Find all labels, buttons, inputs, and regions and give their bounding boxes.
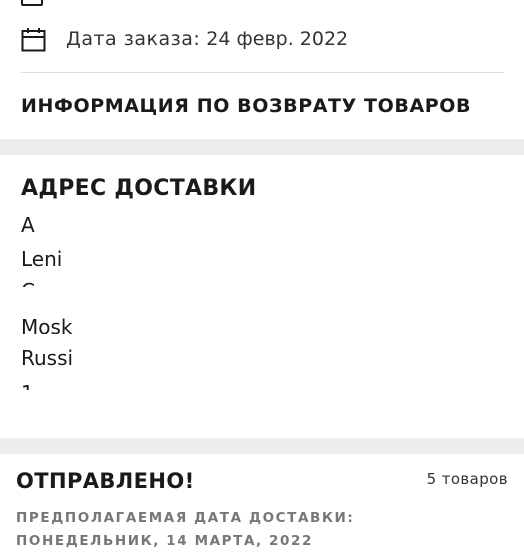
shipment-item-count: 5 товаров	[426, 470, 508, 488]
order-info-section: Дата заказа: 24 февр. 2022 ИНФОРМАЦИЯ ПО…	[0, 0, 524, 139]
calendar-icon	[21, 28, 46, 52]
order-date: Дата заказа: 24 февр. 2022	[66, 28, 348, 50]
section-separator	[0, 139, 524, 155]
address-line-region: Mosk	[21, 315, 73, 334]
divider	[21, 72, 504, 73]
address-line-postcode: 1	[21, 381, 34, 390]
address-line-country: Russi	[21, 346, 74, 370]
delivery-address-section: АДРЕС ДОСТАВКИ A Leni C Mosk Russi 1	[0, 155, 524, 438]
address-line-city: C	[21, 279, 35, 287]
order-date-label: Дата заказа:	[66, 28, 201, 50]
shipment-status: ОТПРАВЛЕНО!	[16, 469, 195, 493]
address-line-street: Leni	[21, 247, 63, 271]
estimated-delivery: ПРЕДПОЛАГАЕМАЯ ДАТА ДОСТАВКИ: ПОНЕДЕЛЬНИ…	[16, 510, 355, 549]
checkbox-icon	[21, 0, 43, 6]
section-separator	[0, 438, 524, 454]
order-date-value: 24 февр. 2022	[206, 28, 349, 50]
return-info-link[interactable]: ИНФОРМАЦИЯ ПО ВОЗВРАТУ ТОВАРОВ	[21, 95, 471, 117]
delivery-address-title: АДРЕС ДОСТАВКИ	[21, 176, 257, 201]
shipment-section: ОТПРАВЛЕНО! 5 товаров ПРЕДПОЛАГАЕМАЯ ДАТ…	[0, 454, 524, 549]
address-line-name: A	[21, 213, 35, 237]
